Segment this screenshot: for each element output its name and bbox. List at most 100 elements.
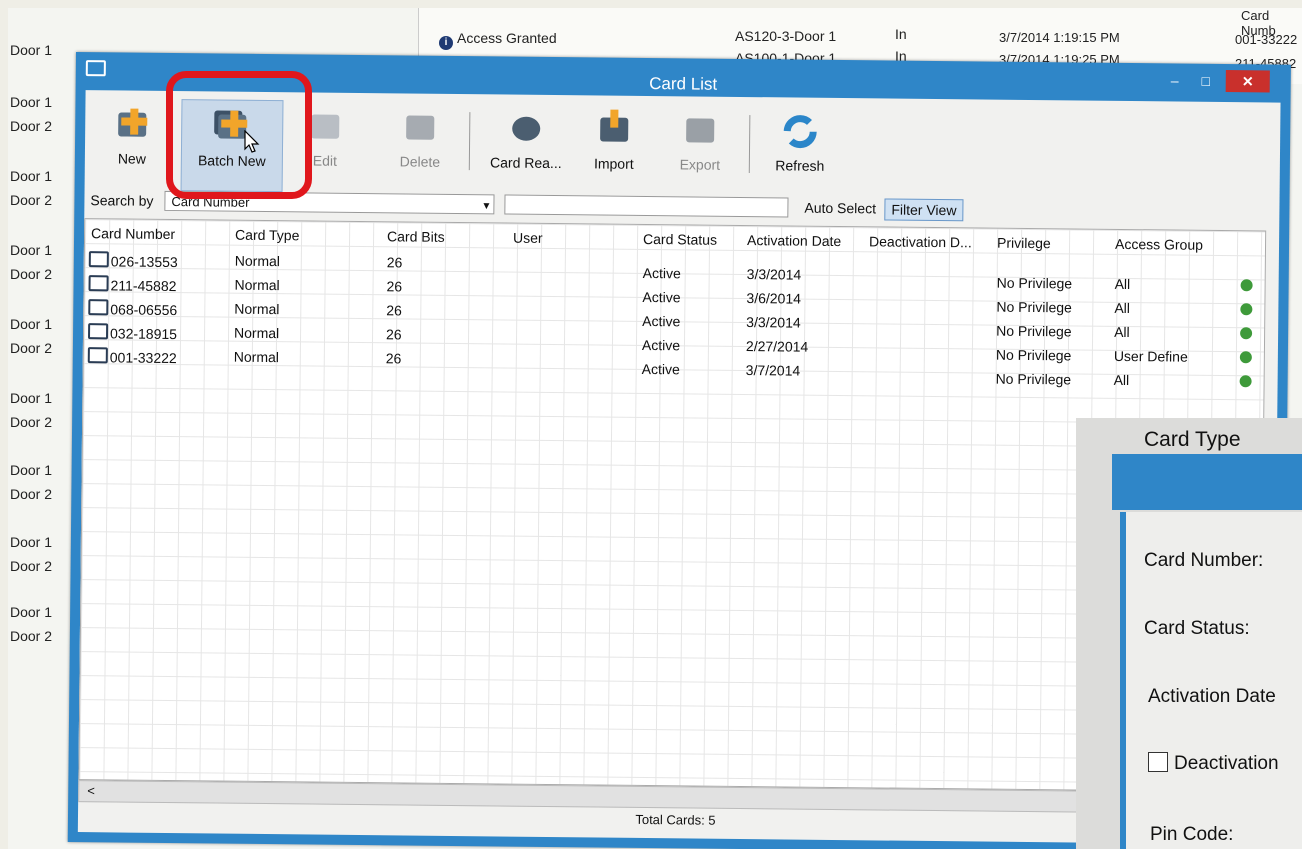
column-header[interactable]: Card Type bbox=[235, 227, 300, 244]
table-row-activation[interactable]: 3/7/2014 bbox=[746, 362, 801, 379]
log-event: i Access Granted bbox=[439, 30, 557, 50]
table-row-status[interactable]: Active bbox=[642, 313, 680, 329]
table-row-card-bits[interactable]: 26 bbox=[386, 326, 402, 342]
table-row-card-type[interactable]: Normal bbox=[234, 301, 279, 317]
maximize-button[interactable]: □ bbox=[1192, 70, 1220, 92]
table-row-activation[interactable]: 3/3/2014 bbox=[746, 314, 801, 331]
table-row-card-type[interactable]: Normal bbox=[234, 325, 279, 341]
table-row-access-group[interactable]: User Define bbox=[1114, 348, 1188, 365]
column-header[interactable]: Card Bits bbox=[387, 228, 445, 245]
status-green-icon bbox=[1240, 279, 1253, 292]
delete-icon bbox=[398, 107, 442, 147]
table-row-status[interactable]: Active bbox=[642, 361, 680, 377]
door-label: Door 1 bbox=[10, 94, 53, 110]
mouse-cursor-icon bbox=[244, 130, 260, 153]
table-row-card-type[interactable]: Normal bbox=[235, 253, 280, 269]
log-card-header: Card Numb bbox=[1241, 8, 1276, 38]
import-label: Import bbox=[593, 155, 634, 172]
pin-code-label: Pin Code: bbox=[1150, 824, 1234, 845]
door-label: Door 2 bbox=[10, 266, 53, 282]
column-header[interactable]: Activation Date bbox=[747, 232, 841, 249]
chevron-down-icon: ▾ bbox=[483, 198, 490, 213]
search-input[interactable] bbox=[504, 194, 789, 218]
door-label: Door 2 bbox=[10, 486, 53, 502]
column-header[interactable]: Card Number bbox=[91, 225, 175, 242]
activation-date-label: Activation Date bbox=[1148, 686, 1276, 707]
card-icon bbox=[88, 251, 109, 268]
column-header[interactable]: Card Status bbox=[643, 231, 717, 248]
table-row-card-bits[interactable]: 26 bbox=[386, 278, 402, 294]
table-row-privilege[interactable]: No Privilege bbox=[996, 347, 1072, 364]
new-label: New bbox=[117, 150, 146, 167]
door-label: Door 1 bbox=[10, 604, 53, 620]
table-row-card-number[interactable]: 068-06556 bbox=[88, 299, 177, 318]
auto-select-label[interactable]: Auto Select bbox=[804, 200, 876, 217]
table-row-privilege[interactable]: No Privilege bbox=[996, 371, 1072, 388]
table-row-privilege[interactable]: No Privilege bbox=[997, 275, 1073, 292]
new-button[interactable]: New bbox=[97, 98, 168, 189]
batch-new-highlight bbox=[166, 71, 312, 199]
close-button[interactable]: ✕ bbox=[1225, 70, 1270, 93]
toolbar-separator bbox=[468, 112, 471, 171]
table-row-status[interactable]: Active bbox=[642, 289, 680, 305]
table-row-card-number[interactable]: 001-33222 bbox=[87, 347, 177, 366]
table-row-privilege[interactable]: No Privilege bbox=[996, 299, 1072, 316]
log-time: 3/7/2014 1:19:15 PM bbox=[999, 30, 1120, 45]
table-row-access-group[interactable]: All bbox=[1114, 300, 1130, 316]
filter-view-button[interactable]: Filter View bbox=[884, 198, 964, 222]
status-green-icon bbox=[1239, 375, 1252, 388]
scroll-left-button[interactable]: < bbox=[87, 783, 95, 798]
door-label: Door 1 bbox=[10, 316, 53, 332]
checkbox-icon[interactable] bbox=[1148, 752, 1168, 772]
minimize-button[interactable]: – bbox=[1161, 69, 1189, 91]
table-row-card-bits[interactable]: 26 bbox=[386, 350, 402, 366]
table-row-card-number[interactable]: 211-45882 bbox=[88, 275, 177, 294]
table-row-access-group[interactable]: All bbox=[1114, 372, 1130, 388]
card-icon bbox=[87, 323, 109, 340]
table-row-activation[interactable]: 3/3/2014 bbox=[747, 266, 802, 283]
table-row-card-bits[interactable]: 26 bbox=[386, 302, 402, 318]
door-label: Door 2 bbox=[10, 414, 53, 430]
door-label: Door 2 bbox=[10, 558, 53, 574]
table-row-card-bits[interactable]: 26 bbox=[387, 254, 403, 270]
table-row-activation[interactable]: 3/6/2014 bbox=[746, 290, 801, 307]
card-reader-button[interactable]: Card Rea... bbox=[483, 102, 570, 193]
status-green-icon bbox=[1240, 303, 1253, 316]
door-label: Door 1 bbox=[10, 534, 53, 550]
log-reader: AS120-3-Door 1 bbox=[735, 28, 837, 44]
table-row-card-type[interactable]: Normal bbox=[234, 277, 279, 293]
door-label: Door 2 bbox=[10, 118, 53, 134]
deactivation-checkbox[interactable]: Deactivation bbox=[1148, 752, 1279, 775]
table-row-status[interactable]: Active bbox=[642, 337, 680, 353]
card-status-label: Card Status: bbox=[1144, 618, 1250, 639]
column-header[interactable]: User bbox=[513, 230, 543, 246]
card-number-label: Card Number: bbox=[1144, 550, 1264, 571]
table-row-status[interactable]: Active bbox=[643, 265, 681, 281]
export-icon bbox=[678, 110, 722, 150]
table-row-activation[interactable]: 2/27/2014 bbox=[746, 338, 808, 355]
card-reader-label: Card Rea... bbox=[489, 154, 562, 172]
export-button[interactable]: Export bbox=[665, 104, 736, 195]
door-label: Door 1 bbox=[10, 242, 53, 258]
column-header[interactable]: Privilege bbox=[997, 235, 1051, 252]
search-by-label: Search by bbox=[90, 192, 154, 209]
export-label: Export bbox=[679, 156, 721, 173]
new-card-icon bbox=[110, 104, 154, 144]
table-row-access-group[interactable]: All bbox=[1115, 276, 1131, 292]
detail-form: Card Number: Card Status: Activation Dat… bbox=[1120, 512, 1302, 849]
card-icon bbox=[88, 299, 109, 316]
column-header[interactable]: Deactivation D... bbox=[869, 233, 972, 250]
table-row-access-group[interactable]: All bbox=[1114, 324, 1130, 340]
status-green-icon bbox=[1240, 327, 1253, 340]
delete-button[interactable]: Delete bbox=[385, 101, 456, 192]
refresh-button[interactable]: Refresh bbox=[765, 105, 836, 196]
import-button[interactable]: Import bbox=[579, 103, 650, 194]
refresh-label: Refresh bbox=[775, 157, 825, 174]
table-row-card-type[interactable]: Normal bbox=[234, 349, 279, 365]
table-row-card-number[interactable]: 026-13553 bbox=[88, 251, 178, 270]
column-header[interactable]: Access Group bbox=[1115, 236, 1203, 253]
door-label: Door 2 bbox=[10, 628, 53, 644]
status-green-icon bbox=[1239, 351, 1252, 364]
table-row-card-number[interactable]: 032-18915 bbox=[87, 323, 177, 342]
table-row-privilege[interactable]: No Privilege bbox=[996, 323, 1072, 340]
